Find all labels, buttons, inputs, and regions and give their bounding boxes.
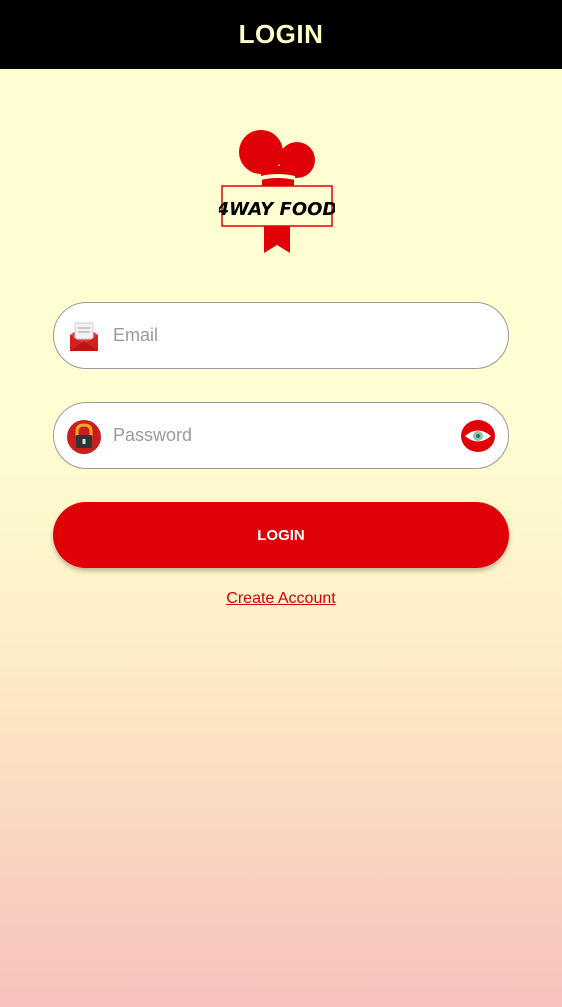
eye-icon[interactable] (460, 419, 496, 453)
password-input[interactable] (113, 403, 448, 468)
create-account-row: Create Account (0, 590, 562, 608)
chef-hat-logo-icon: 4WAY FOOD (216, 130, 337, 253)
email-field[interactable] (53, 302, 509, 369)
envelope-icon (66, 319, 102, 355)
brand-logo: 4WAY FOOD (216, 128, 337, 256)
padlock-icon (66, 419, 102, 455)
app-bar: LOGIN (0, 0, 562, 69)
email-input[interactable] (113, 303, 448, 368)
login-button[interactable]: LOGIN (53, 502, 509, 568)
password-field[interactable] (53, 402, 509, 469)
page-title: LOGIN (238, 19, 324, 49)
create-account-link[interactable]: Create Account (226, 590, 335, 607)
svg-text:4WAY FOOD: 4WAY FOOD (219, 199, 335, 220)
